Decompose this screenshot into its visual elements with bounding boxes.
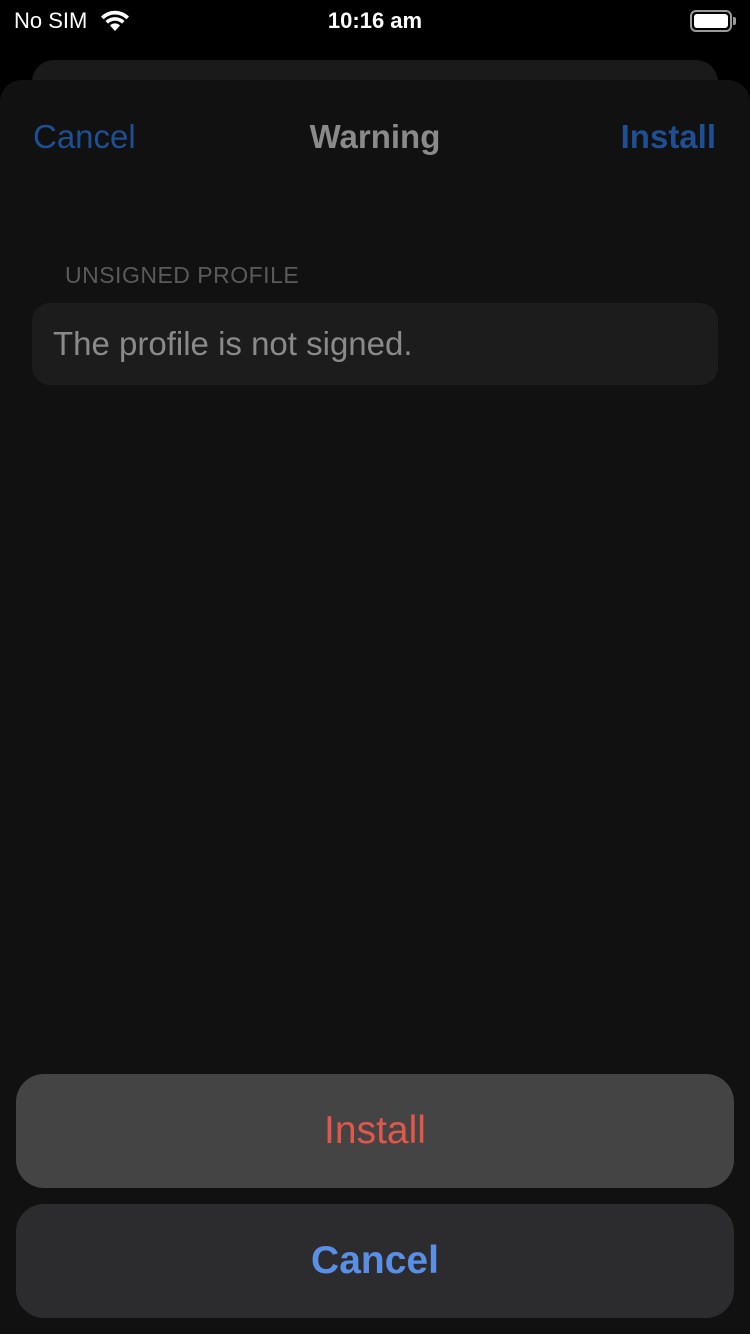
unsigned-profile-card: The profile is not signed. <box>32 303 718 385</box>
status-bar: No SIM 10:16 am <box>0 0 750 42</box>
battery-fill <box>694 14 728 28</box>
action-cancel-button[interactable]: Cancel <box>16 1204 734 1318</box>
status-time: 10:16 am <box>327 8 423 33</box>
section-header: UNSIGNED PROFILE <box>65 262 300 288</box>
unsigned-profile-text: The profile is not signed. <box>53 325 413 362</box>
battery-full-icon <box>690 10 736 32</box>
battery-body <box>690 10 732 32</box>
battery-tip <box>733 17 736 25</box>
nav-bar: Cancel Warning Install <box>0 80 750 192</box>
screen: No SIM 10:16 am Cancel Warning Install U… <box>0 0 750 1334</box>
action-install-button[interactable]: Install <box>16 1074 734 1188</box>
nav-install-button[interactable]: Install <box>621 118 716 156</box>
